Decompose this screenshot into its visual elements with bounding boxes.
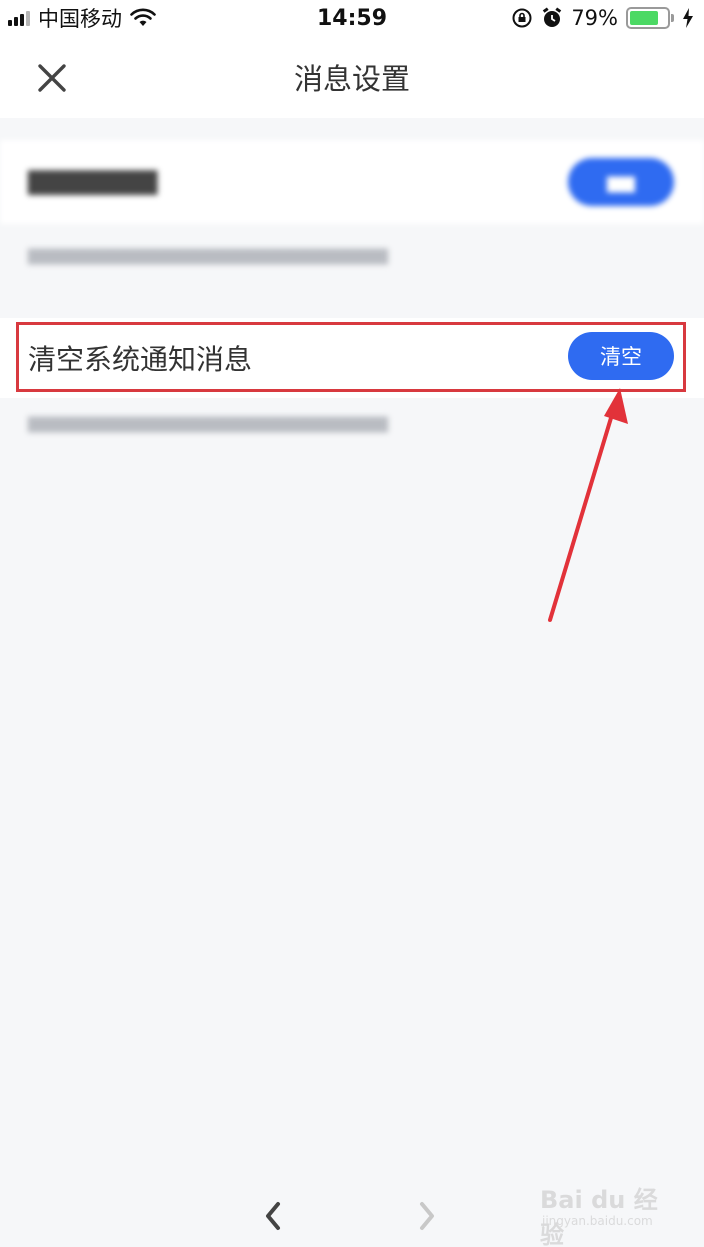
back-arrow-icon[interactable] [258,1196,290,1236]
annotation-arrow [548,388,628,622]
watermark: Bai du 经验 jingyan.baidu.com [540,1172,680,1247]
forward-arrow-icon[interactable] [410,1196,442,1236]
watermark-sub: jingyan.baidu.com [542,1214,653,1228]
